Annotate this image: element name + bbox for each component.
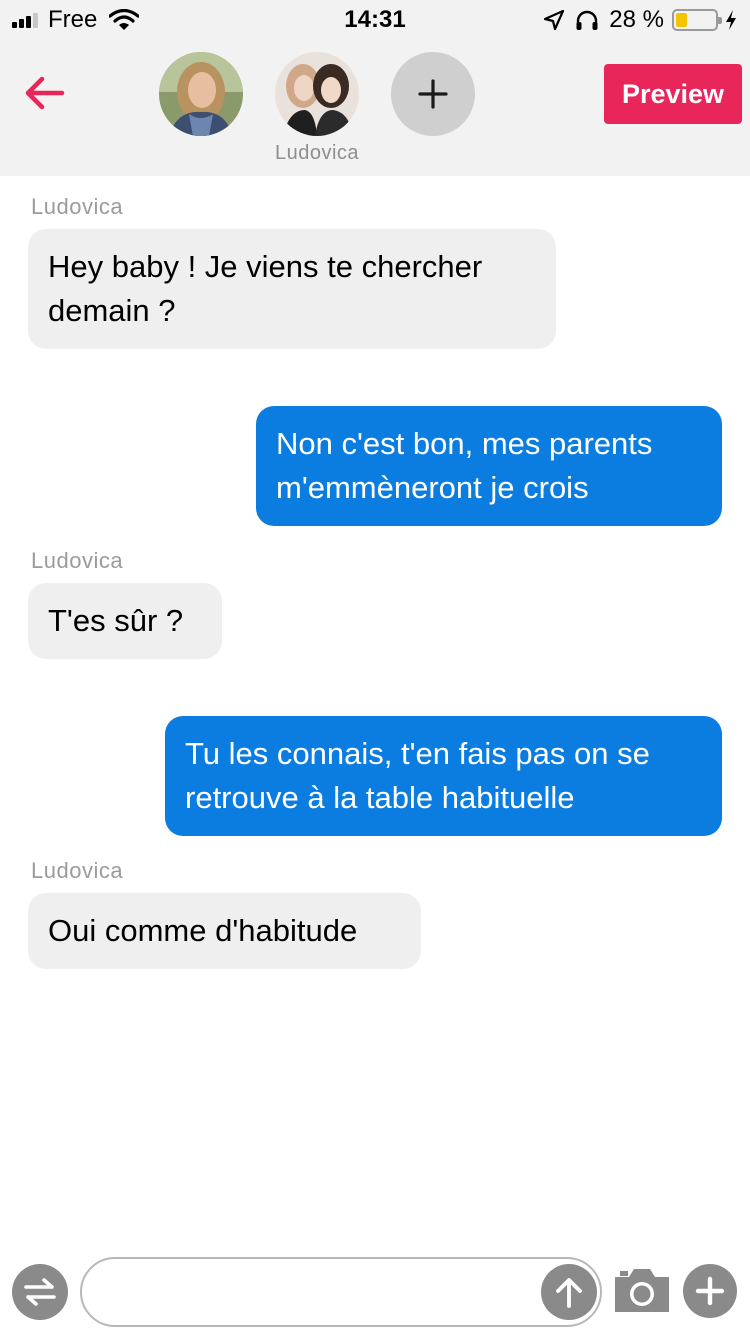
plus-icon: [695, 1276, 725, 1306]
battery-icon: [672, 9, 722, 31]
message-bubble-incoming[interactable]: Hey baby ! Je viens te chercher demain ?: [28, 229, 556, 349]
send-button[interactable]: [541, 1264, 597, 1320]
message-sender: Ludovica: [31, 548, 124, 573]
plus-icon: [418, 79, 448, 109]
switch-arrows-icon: [24, 1278, 56, 1306]
add-participant-button[interactable]: [391, 52, 475, 136]
avatar-name-label: Ludovica: [274, 142, 360, 164]
battery-level: [676, 13, 687, 27]
send-arrow-icon: [556, 1278, 582, 1308]
message-bubble-incoming[interactable]: T'es sûr ?: [28, 583, 222, 659]
avatar-photo: [159, 52, 243, 136]
back-button[interactable]: [22, 70, 68, 116]
message-bubble-incoming[interactable]: Oui comme d'habitude: [28, 893, 421, 969]
status-bar: Free 14:31 28 %: [0, 0, 750, 40]
camera-icon: [615, 1269, 669, 1312]
message-bubble-outgoing[interactable]: Tu les connais, t'en fais pas on se retr…: [165, 716, 722, 836]
back-arrow-icon: [25, 76, 65, 110]
battery-percent: 28 %: [609, 6, 664, 33]
message-input[interactable]: [80, 1257, 602, 1327]
avatar-ludovica[interactable]: [275, 52, 359, 136]
message-bubble-outgoing[interactable]: Non c'est bon, mes parents m'emmèneront …: [256, 406, 722, 526]
charging-icon: [726, 10, 736, 30]
message-sender: Ludovica: [31, 858, 124, 883]
conversation-header: Ludovica Preview: [0, 40, 750, 176]
headphones-icon: [576, 10, 598, 30]
switch-sender-button[interactable]: [12, 1264, 68, 1320]
avatar-user[interactable]: [159, 52, 243, 136]
camera-button[interactable]: [612, 1265, 672, 1315]
avatar-photo: [275, 52, 359, 136]
location-icon: [544, 9, 565, 31]
more-options-button[interactable]: [683, 1264, 737, 1318]
status-right: 28 %: [543, 6, 738, 34]
message-sender: Ludovica: [31, 194, 124, 219]
preview-button[interactable]: Preview: [604, 64, 742, 124]
